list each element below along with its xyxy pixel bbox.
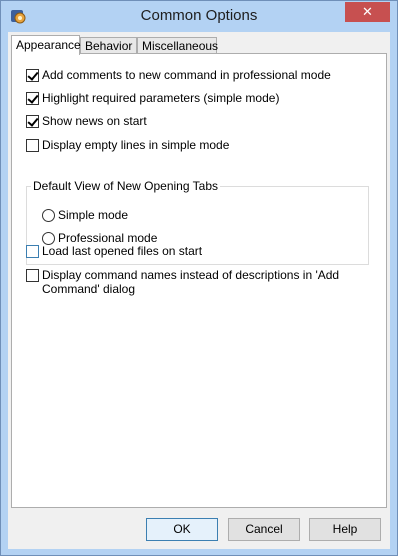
cancel-button[interactable]: Cancel bbox=[228, 518, 300, 541]
add-comments-label: Add comments to new command in professio… bbox=[42, 68, 331, 82]
checkbox-checked-icon[interactable] bbox=[26, 69, 39, 82]
show-news-checkbox[interactable]: Show news on start bbox=[26, 114, 147, 130]
load-last-files-label: Load last opened files on start bbox=[42, 244, 203, 258]
options-dialog: Common Options ✕ Appearance Behavior Mis… bbox=[0, 0, 398, 556]
display-empty-lines-checkbox[interactable]: Display empty lines in simple mode bbox=[26, 138, 229, 154]
radio-unselected-icon[interactable] bbox=[42, 231, 55, 245]
ok-button[interactable]: OK bbox=[146, 518, 218, 541]
show-news-label: Show news on start bbox=[42, 114, 147, 128]
close-button[interactable]: ✕ bbox=[345, 2, 390, 22]
title-bar[interactable]: Common Options ✕ bbox=[1, 1, 397, 31]
close-icon: ✕ bbox=[362, 4, 373, 19]
tab-appearance[interactable]: Appearance bbox=[11, 35, 81, 55]
display-empty-lines-label: Display empty lines in simple mode bbox=[42, 138, 230, 152]
simple-mode-label: Simple mode bbox=[58, 208, 129, 222]
professional-mode-radio[interactable]: Professional mode bbox=[42, 231, 157, 245]
highlight-required-label: Highlight required parameters (simple mo… bbox=[42, 91, 280, 105]
display-command-names-checkbox[interactable]: Display command names instead of descrip… bbox=[26, 268, 371, 298]
checkbox-unchecked-icon[interactable] bbox=[26, 269, 39, 282]
dialog-client-area: Appearance Behavior Miscellaneous Add co… bbox=[8, 32, 390, 549]
checkbox-unchecked-icon[interactable] bbox=[26, 245, 39, 258]
appearance-panel: Add comments to new command in professio… bbox=[11, 53, 387, 508]
checkbox-unchecked-icon[interactable] bbox=[26, 139, 39, 152]
tab-miscellaneous[interactable]: Miscellaneous bbox=[137, 37, 218, 54]
simple-mode-radio[interactable]: Simple mode bbox=[42, 208, 128, 222]
highlight-required-checkbox[interactable]: Highlight required parameters (simple mo… bbox=[26, 91, 279, 107]
tab-behavior[interactable]: Behavior bbox=[80, 37, 137, 54]
professional-mode-label: Professional mode bbox=[58, 231, 158, 245]
add-comments-checkbox[interactable]: Add comments to new command in professio… bbox=[26, 68, 331, 84]
window-title: Common Options bbox=[140, 7, 258, 24]
radio-unselected-icon[interactable] bbox=[42, 208, 55, 222]
checkbox-checked-icon[interactable] bbox=[26, 92, 39, 105]
checkbox-checked-icon[interactable] bbox=[26, 115, 39, 128]
default-view-group-label: Default View of New Opening Tabs bbox=[31, 179, 220, 193]
display-command-names-label: Display command names instead of descrip… bbox=[42, 268, 340, 296]
help-button[interactable]: Help bbox=[309, 518, 381, 541]
load-last-files-checkbox[interactable]: Load last opened files on start bbox=[26, 244, 202, 260]
